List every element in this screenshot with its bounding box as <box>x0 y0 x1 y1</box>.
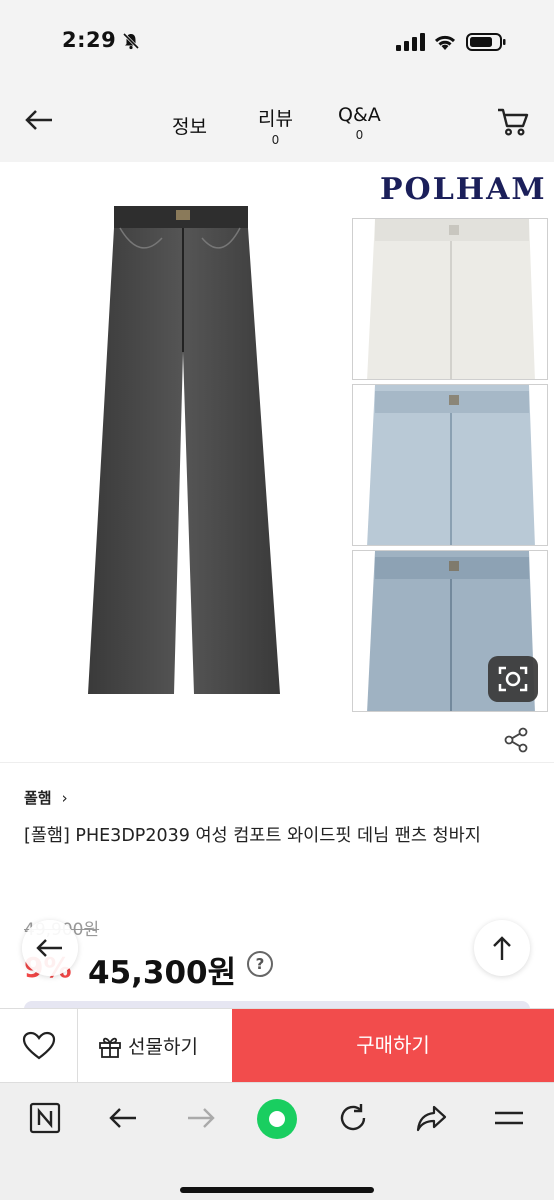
signal-icon <box>396 33 425 51</box>
home-indicator <box>180 1187 374 1193</box>
browser-forward-icon <box>188 1108 215 1128</box>
wifi-icon <box>434 35 456 50</box>
cart-icon[interactable] <box>496 106 530 138</box>
browser-toolbar <box>0 1082 554 1200</box>
product-gallery: POLHAM <box>0 162 554 762</box>
bell-muted-icon <box>122 32 140 50</box>
tab-qa-count: 0 <box>355 128 364 142</box>
arrow-left-icon <box>36 939 62 957</box>
sale-price: 45,300원 <box>88 955 237 991</box>
thumbnail-image-white <box>353 219 547 379</box>
color-thumbnail-light-blue[interactable] <box>352 384 548 546</box>
floating-back-button[interactable] <box>22 920 78 976</box>
heart-icon <box>22 1031 56 1060</box>
tab-qa-label: Q&A <box>338 104 381 126</box>
gift-button[interactable]: 선물하기 <box>78 1009 232 1083</box>
buy-button[interactable]: 구매하기 <box>232 1009 554 1083</box>
product-header: 정보 리뷰 0 Q&A 0 <box>0 88 554 162</box>
status-time: 2:29 <box>62 28 117 52</box>
tab-info[interactable]: 정보 <box>172 112 207 139</box>
browser-back-icon[interactable] <box>106 1101 140 1135</box>
gift-icon <box>99 1037 121 1058</box>
chevron-right-icon: › <box>61 789 68 807</box>
status-bar: 2:29 <box>0 0 554 88</box>
brand-name: 폴햄 <box>24 789 52 807</box>
product-title: [폴햄] PHE3DP2039 여성 컴포트 와이드핏 데님 팬츠 청바지 <box>24 826 481 846</box>
naver-home-icon[interactable] <box>28 1101 62 1135</box>
menu-icon[interactable] <box>492 1101 526 1135</box>
price-help-icon[interactable]: ? <box>247 951 273 977</box>
tab-review[interactable]: 리뷰 0 <box>258 104 293 147</box>
battery-icon <box>466 33 506 51</box>
product-info: 폴햄 › [폴햄] PHE3DP2039 여성 컴포트 와이드핏 데님 팬츠 청바… <box>0 762 554 1013</box>
thumbnail-image-light-blue <box>353 385 547 545</box>
wishlist-button[interactable] <box>0 1009 78 1083</box>
tab-qa[interactable]: Q&A 0 <box>338 104 381 142</box>
color-thumbnail-white[interactable] <box>352 218 548 380</box>
green-dot-icon[interactable] <box>255 1097 299 1141</box>
share-forward-icon[interactable] <box>414 1101 448 1135</box>
brand-link[interactable]: 폴햄 › <box>24 787 68 808</box>
scroll-to-top-button[interactable] <box>474 920 530 976</box>
purchase-action-bar: 선물하기 구매하기 <box>0 1008 554 1083</box>
back-arrow-icon[interactable] <box>22 104 56 138</box>
arrow-up-icon <box>493 936 511 960</box>
share-icon[interactable] <box>503 727 529 753</box>
tab-review-count: 0 <box>271 133 280 147</box>
refresh-icon[interactable] <box>336 1101 370 1135</box>
brand-logo: POLHAM <box>380 172 547 207</box>
main-product-image[interactable] <box>80 202 290 702</box>
tab-info-label: 정보 <box>172 116 207 138</box>
gift-button-label: 선물하기 <box>128 1036 198 1058</box>
image-search-icon[interactable] <box>488 656 538 702</box>
tab-review-label: 리뷰 <box>258 108 293 130</box>
